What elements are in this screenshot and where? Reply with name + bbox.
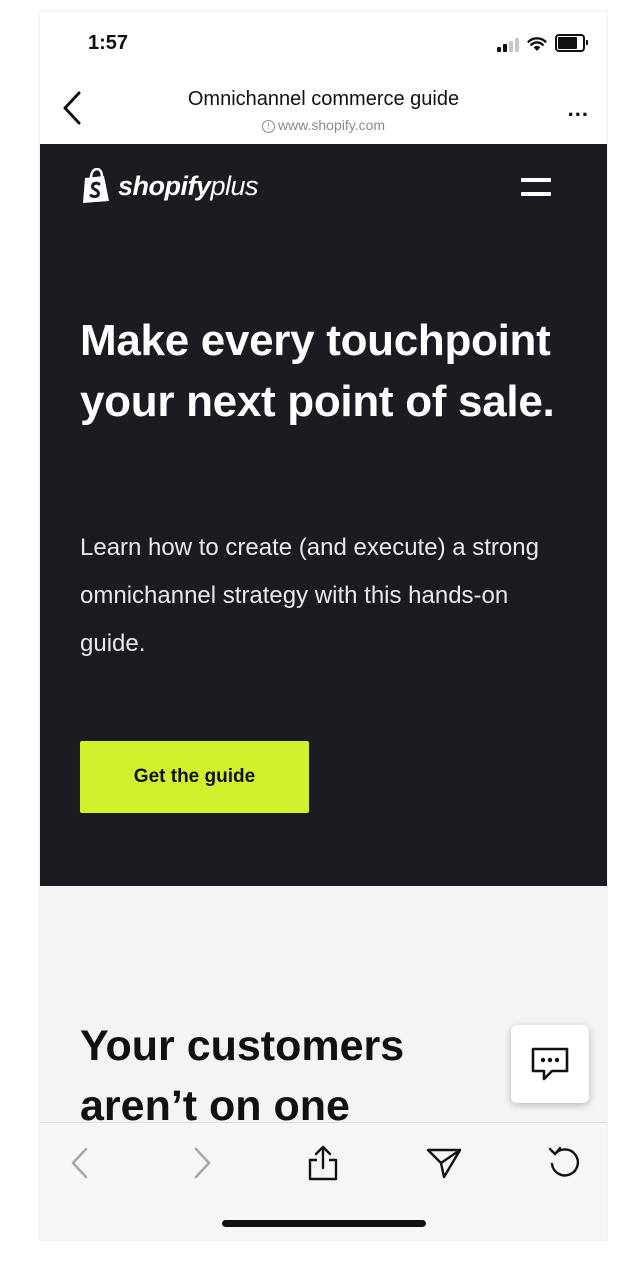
status-icons bbox=[497, 34, 588, 52]
hero-section: shopifyplus Make every touchpoint your n… bbox=[40, 144, 607, 886]
more-options-button[interactable]: ... bbox=[568, 96, 589, 122]
send-button[interactable] bbox=[422, 1141, 466, 1185]
chevron-right-icon bbox=[194, 1147, 211, 1179]
share-icon bbox=[308, 1145, 338, 1181]
page-url: ! www.shopify.com bbox=[40, 117, 607, 133]
hero-description: Learn how to create (and execute) a stro… bbox=[80, 534, 539, 657]
refresh-icon bbox=[548, 1146, 580, 1177]
browser-header: Omnichannel commerce guide ! www.shopify.… bbox=[40, 74, 607, 144]
chat-button[interactable] bbox=[511, 1025, 589, 1103]
share-button[interactable] bbox=[301, 1141, 345, 1185]
wifi-icon bbox=[527, 37, 547, 51]
signal-icon bbox=[497, 38, 519, 52]
phone-screen: 1:57 Omnichannel commerce guide ! www.sh… bbox=[40, 12, 607, 1240]
status-time: 1:57 bbox=[88, 32, 129, 54]
info-icon: ! bbox=[261, 120, 275, 133]
battery-icon bbox=[555, 34, 588, 52]
browser-back-button[interactable] bbox=[58, 1141, 102, 1185]
send-icon bbox=[426, 1148, 462, 1179]
hero-title: Make every touchpoint your next point of… bbox=[80, 316, 555, 426]
browser-forward-button[interactable] bbox=[180, 1141, 224, 1185]
chevron-left-icon bbox=[71, 1147, 88, 1179]
logo-wordmark: shopifyplus bbox=[118, 170, 259, 201]
page-title: Omnichannel commerce guide bbox=[187, 88, 460, 110]
refresh-button[interactable] bbox=[543, 1141, 587, 1185]
menu-button[interactable] bbox=[519, 178, 551, 200]
hamburger-menu-icon bbox=[521, 178, 551, 182]
section-title: Your customers aren’t on one bbox=[80, 1022, 405, 1122]
chat-bubble-icon bbox=[531, 1047, 569, 1081]
home-indicator bbox=[222, 1220, 426, 1227]
shopify-plus-logo[interactable]: shopifyplus bbox=[80, 168, 259, 204]
get-the-guide-button[interactable]: Get the guide bbox=[80, 741, 309, 813]
browser-toolbar bbox=[40, 1122, 607, 1240]
status-bar: 1:57 bbox=[40, 12, 607, 74]
url-text: www.shopify.com bbox=[277, 117, 386, 133]
shopify-bag-icon bbox=[83, 168, 109, 203]
